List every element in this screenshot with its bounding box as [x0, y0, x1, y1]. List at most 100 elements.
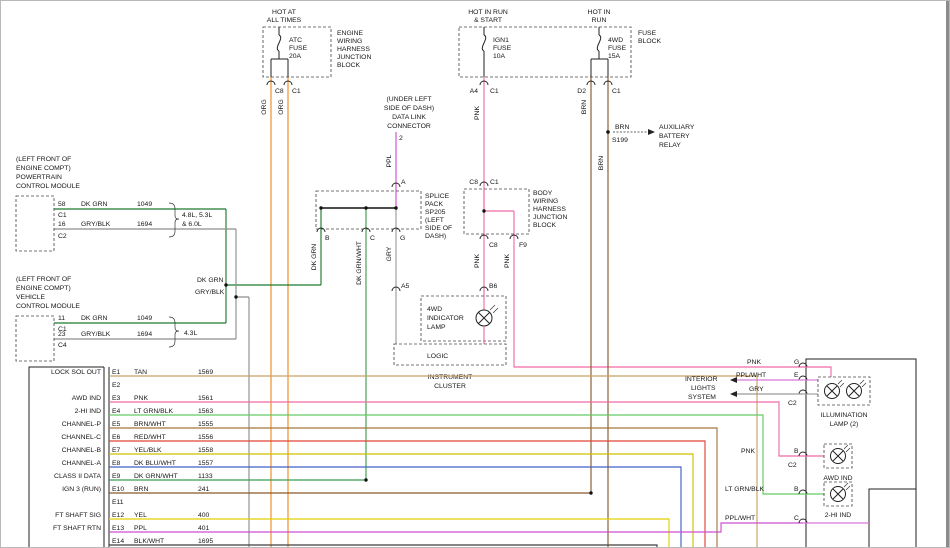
wire-color-label: PNK: [741, 448, 755, 455]
row-wire-color: BRN: [134, 486, 148, 493]
junction-dot: [234, 295, 237, 298]
wire-org-feeds: [271, 77, 288, 548]
engine-note: 4.8L, 5.3L: [182, 212, 212, 219]
fuse-name: ATC: [289, 37, 302, 44]
row-pin: E5: [112, 421, 121, 428]
lamp-rays: [838, 380, 844, 387]
row-wire-color: DK GRN/WHT: [134, 473, 178, 480]
wire-color-label: PNK: [747, 359, 761, 366]
wire-pnk-illum-feed: [514, 211, 803, 367]
row-label: CHANNEL-A: [62, 460, 102, 467]
dlc-pin: 2: [399, 135, 403, 142]
row-label: CHANNEL-P: [62, 421, 102, 428]
switch-inner-box: [869, 489, 916, 548]
row-label: LOCK SOL OUT: [51, 369, 101, 376]
wire-color-label: GRY: [749, 386, 764, 393]
module-row-e11: E11: [112, 499, 124, 506]
hot-label: ALL TIMES: [267, 17, 302, 24]
dlc-label-line: CONNECTOR: [387, 123, 431, 130]
row-pin: E2: [112, 382, 121, 389]
row-label: AWD IND: [72, 395, 101, 402]
row-label: CHANNEL-B: [62, 447, 102, 454]
wire-color-label: GRY/BLK: [195, 289, 225, 296]
splice-label-line: SP205: [425, 209, 446, 216]
row-label: 2-HI IND: [75, 408, 102, 415]
row-wire-color: LT GRN/BLK: [134, 408, 173, 415]
fuse-name: IGN1: [493, 37, 509, 44]
hot-label: HOT IN RUN: [468, 9, 508, 16]
module-label-line: ENGINE COMPT): [16, 285, 71, 292]
cavity-label: B6: [489, 283, 498, 290]
2hi-indicator-lamp-icon: [831, 483, 851, 502]
cavity-label: B: [794, 486, 799, 493]
wire-e13: [109, 523, 803, 532]
module-label-line: (LEFT FRONT OF: [16, 156, 71, 163]
cavity-label: C: [370, 235, 375, 242]
pin-number: 11: [58, 315, 65, 322]
row-pin: E6: [112, 434, 121, 441]
module-label-line: VEHICLE: [16, 294, 46, 301]
splice-label-line: (LEFT: [425, 217, 444, 224]
cavity-label: C8: [275, 88, 284, 95]
wire-color-label: PPL/WHT: [736, 372, 766, 379]
row-circuit: 401: [198, 525, 210, 532]
splice-dot: [319, 206, 322, 209]
atc-fuse-leads: [271, 27, 288, 77]
wire-color-label: PPL: [386, 154, 393, 167]
row-wire-color: YEL/BLK: [134, 447, 162, 454]
row-circuit: 1555: [198, 421, 213, 428]
cavity-label: B: [794, 448, 799, 455]
wire-color-label: BRN: [615, 124, 629, 131]
diagram-viewport: HOT AT ALL TIMES ATC FUSE 20A C8 C1 ORG …: [0, 0, 950, 548]
row-pin: E12: [112, 512, 124, 519]
row-wire-color: PPL: [134, 525, 147, 532]
module-row-e10: IGN 3 (RUN) E10 BRN 241: [62, 486, 591, 493]
illumination-lamp-icon: [847, 380, 867, 399]
hot-label: HOT IN: [588, 9, 611, 16]
wire-color-label: PPL/WHT: [725, 515, 755, 522]
row-circuit: 1556: [198, 434, 213, 441]
splice-label-line: PACK: [425, 201, 443, 208]
wire-color-label: DK GRN: [81, 315, 108, 322]
dlc-label-line: (UNDER LEFT: [387, 96, 432, 103]
row-circuit: 400: [198, 512, 210, 519]
module-row-e13: FT SHAFT RTN E13 PPL 401: [53, 523, 803, 532]
row-pin: E11: [112, 499, 124, 506]
row-circuit: 1563: [198, 408, 213, 415]
control-module-connector: LOCK SOL OUT E1 TAN 1569 E2 AWD IND E3 P…: [29, 367, 803, 548]
pin-number: 16: [58, 221, 66, 228]
module-label-line: CONTROL MODULE: [16, 303, 80, 310]
data-link-connector: (UNDER LEFT SIDE OF DASH) DATA LINK CONN…: [384, 96, 434, 187]
body-junction-block: C8 C1 C8 F9 PNK PNK BODY WIRING HARNESS …: [464, 179, 567, 268]
module-label-line: (LEFT FRONT OF: [16, 276, 71, 283]
lamp-rays: [490, 305, 498, 313]
cavity-label: C: [794, 515, 799, 522]
wire-color-label: BRN: [598, 156, 605, 170]
pcm-box: [16, 196, 54, 251]
system-label-line: LIGHTS: [691, 385, 716, 392]
circuit-number: 1049: [137, 201, 152, 208]
lamp-label-line: LAMP: [427, 324, 446, 331]
wire-color-label: ORG: [278, 99, 285, 114]
wire-color-label: GRY/BLK: [81, 221, 111, 228]
engine-note: 4.3L: [184, 330, 197, 337]
cavity-label: A4: [470, 88, 479, 95]
circuit-number: 1694: [137, 221, 152, 228]
circuit-number: 1049: [137, 315, 152, 322]
engine-junction-label: ENGINE WIRING HARNESS JUNCTION BLOCK: [337, 30, 371, 69]
hot-label: & START: [474, 17, 502, 24]
atc-fuse-box: [263, 27, 331, 77]
circuit-number: 1694: [137, 331, 152, 338]
shift-switch-assembly: PNK G PPL/WHT E GRY C2 INTERIOR LIGHTS S…: [685, 359, 916, 548]
fuse-amps: 20A: [289, 53, 302, 60]
junction-dot: [224, 283, 227, 286]
wire-illum-internal: [803, 367, 831, 377]
block-label-line: BLOCK: [337, 62, 361, 69]
row-circuit: 241: [198, 486, 210, 493]
module-row-e3: AWD IND E3 PNK 1561: [72, 395, 803, 456]
row-wire-color: TAN: [134, 369, 147, 376]
block-label-line: HARNESS: [533, 206, 566, 213]
cavity-label: E: [794, 372, 799, 379]
wire-color-label: PNK: [474, 254, 481, 268]
cavity-label: C1: [292, 88, 301, 95]
